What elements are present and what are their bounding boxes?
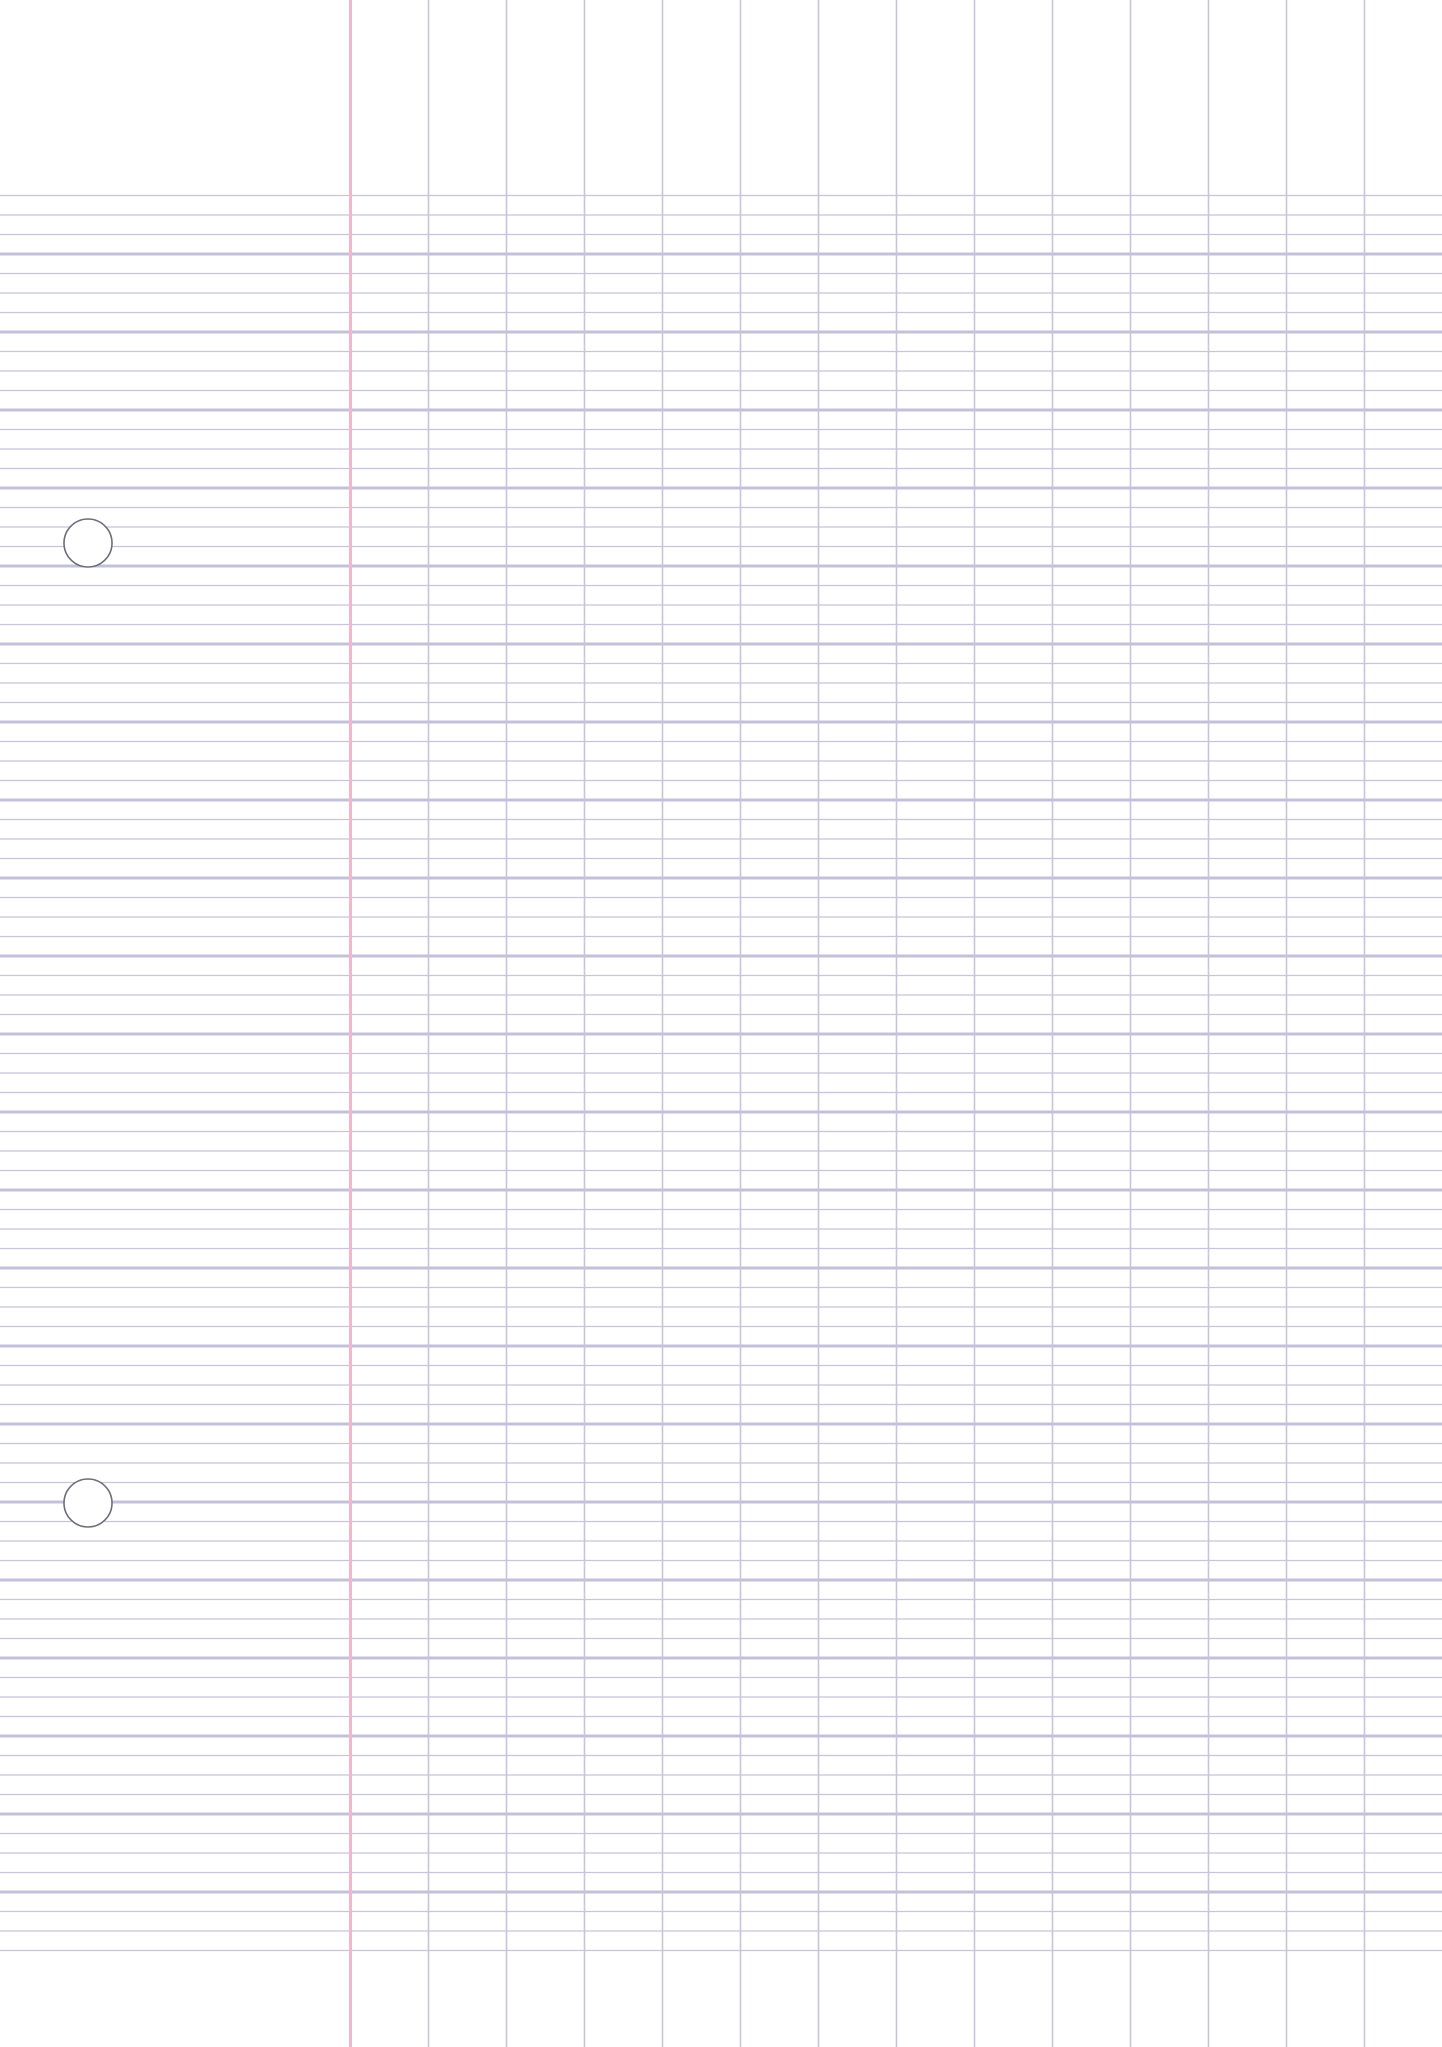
punch-hole-icon: [63, 1478, 113, 1528]
horizontal-rulings: [0, 194, 1442, 1952]
vertical-rulings: [427, 0, 1366, 2047]
punch-holes: [63, 518, 113, 1528]
punch-hole-icon: [63, 518, 113, 568]
ruled-paper-sheet: [0, 0, 1442, 2047]
seyes-grid: [0, 0, 1442, 2047]
